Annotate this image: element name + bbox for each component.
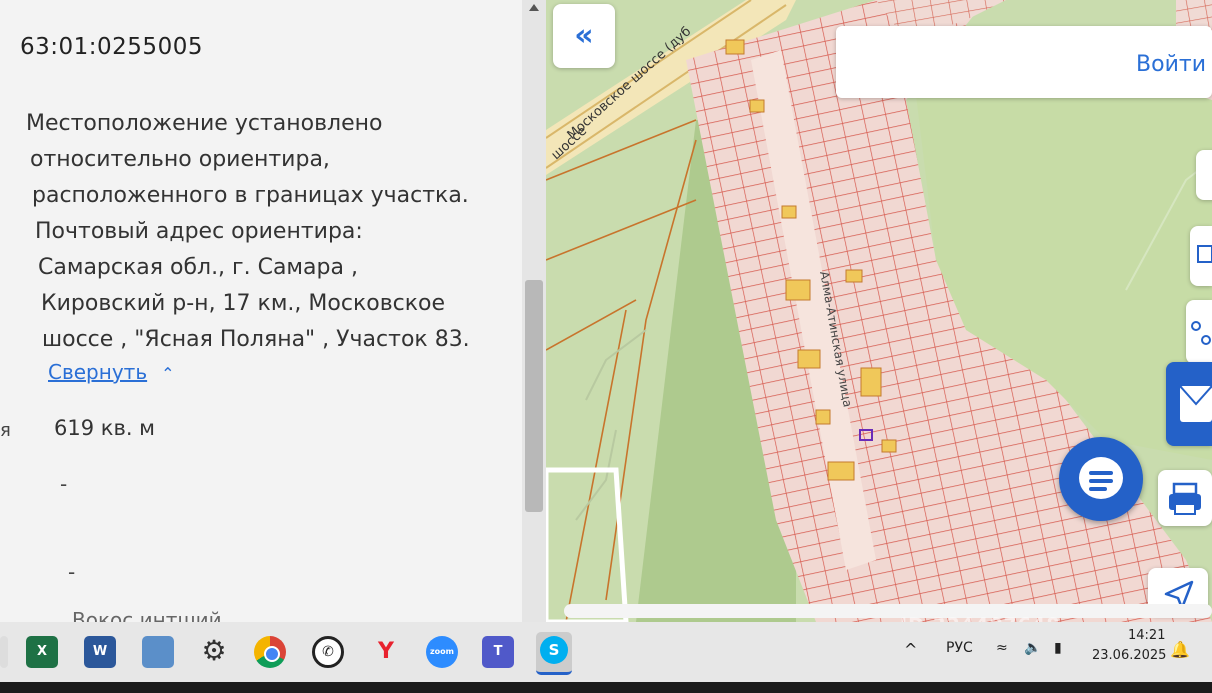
empty-value: - [60,472,68,496]
scroll-up-arrow-icon[interactable] [529,4,539,11]
side-tool-button[interactable] [1196,150,1212,200]
address-line: Самарская обл., г. Самара , [38,255,358,280]
wifi-icon[interactable]: ≈ [996,640,1008,656]
map-horizontal-scrollbar[interactable] [564,604,1212,618]
cadastral-map[interactable]: шоссе Московское шоссе (дуб Алма-Атинска… [546,0,1212,622]
cropped-label: Вокос интший [72,608,222,622]
address-line: Местоположение установлено [26,111,383,136]
double-chevron-left-icon: « [574,18,594,53]
collapse-link-label: Свернуть [48,360,148,384]
draw-tool-button[interactable] [1166,362,1212,446]
language-indicator[interactable]: РУС [946,640,973,656]
address-line: расположенного в границах участка. [32,183,469,208]
address-line: шоссе , "Ясная Поляна" , Участок 83. [42,327,470,352]
teams-icon[interactable]: T [482,636,514,668]
layers-icon [1197,245,1212,263]
layers-button[interactable] [1190,226,1212,286]
clock-time[interactable]: 14:21 [1128,628,1165,643]
tray-chevron-icon[interactable]: ^ [904,640,917,659]
screen-bezel [0,682,1212,693]
taskbar-edge [0,636,8,668]
print-button[interactable] [1158,470,1212,526]
login-link[interactable]: Войти [1136,52,1206,77]
skype-task[interactable]: S [536,632,572,675]
whatsapp-icon[interactable]: ✆ [312,636,344,668]
chat-button[interactable] [1059,437,1143,521]
excel-icon[interactable]: X [26,636,58,668]
notepad-icon[interactable] [142,636,174,668]
word-icon[interactable]: W [84,636,116,668]
address-line: Почтовый адрес ориентира: [35,219,363,244]
info-panel: 63:01:0255005 Местоположение установлено… [0,0,528,622]
row-label-fragment: я [0,420,11,441]
chat-icon [1079,457,1123,499]
taskbar: X W ⚙ ✆ Y zoom T S ^ РУС ≈ 🔈 ▮ 14:21 23.… [0,622,1212,682]
settings-icon[interactable]: ⚙ [198,636,230,668]
panel-scrollbar[interactable] [522,0,546,622]
collapse-panel-button[interactable]: « [553,4,615,68]
notification-bell-icon[interactable]: 🔔 [1170,640,1190,659]
battery-icon[interactable]: ▮ [1054,640,1062,656]
address-line: относительно ориентира, [30,147,330,172]
zoom-icon[interactable]: zoom [426,636,458,668]
address-line: Кировский р-н, 17 км., Московское [41,291,446,316]
clock-date[interactable]: 23.06.2025 [1092,648,1166,663]
location-description: Местоположение установлено относительно … [26,106,516,358]
collapse-link[interactable]: Свернуть ⌃ [48,360,175,384]
cadastral-number: 63:01:0255005 [20,34,203,60]
scrollbar-thumb[interactable] [525,280,543,512]
empty-value: - [68,560,76,584]
envelope-icon [1179,385,1212,422]
yandex-icon[interactable]: Y [370,636,402,668]
skype-icon: S [540,636,568,664]
volume-icon[interactable]: 🔈 [1024,640,1041,656]
area-value: 619 кв. м [54,416,156,440]
chrome-icon[interactable] [254,636,286,668]
measure-icon [1191,321,1211,345]
printer-icon [1169,482,1201,515]
measure-button[interactable] [1186,300,1212,364]
chevron-up-icon: ⌃ [161,364,175,383]
